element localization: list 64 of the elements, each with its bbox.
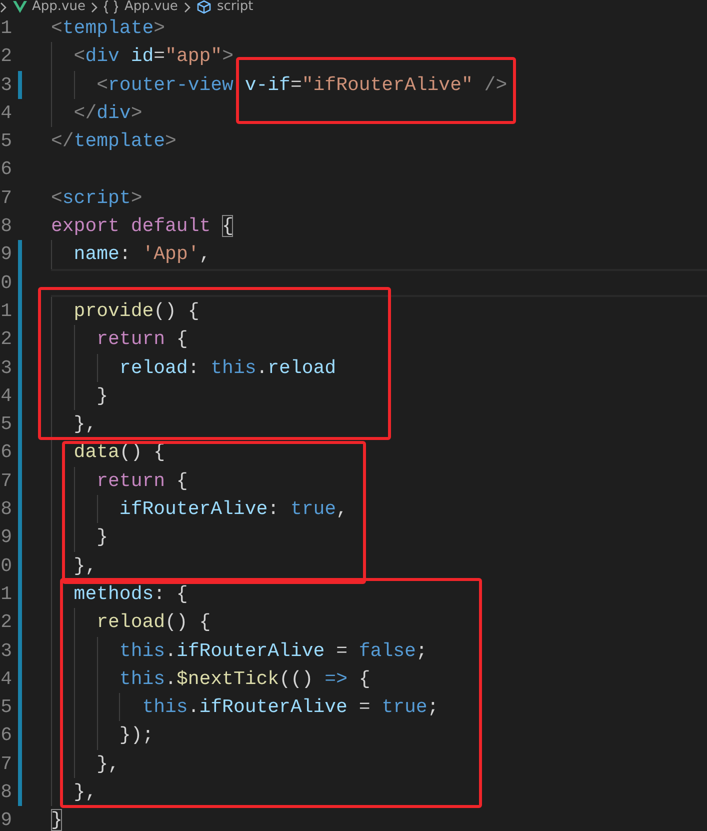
line-number: 0 [0, 554, 12, 579]
code-line: } [51, 808, 62, 831]
line-number: 2 [0, 610, 12, 636]
line-number: 4 [0, 384, 12, 409]
braces-icon [103, 0, 120, 14]
code-line: }); [118, 723, 154, 748]
code-line: name: 'App', [72, 242, 211, 267]
line-number: 9 [0, 242, 12, 268]
line-number: 5 [0, 695, 12, 720]
code-line: </template> [51, 129, 176, 154]
code-line: ifRouterAlive: true, [118, 497, 348, 522]
line-number: 7 [0, 468, 12, 494]
line-number: 2 [0, 44, 12, 70]
line-number: 9 [0, 808, 12, 831]
line-number: 6 [0, 723, 12, 748]
code-line: reload() { [96, 610, 211, 635]
code-line: export default { [51, 214, 234, 238]
vue-file-icon [13, 1, 27, 13]
code-line: methods: { [72, 582, 188, 606]
line-number: 5 [0, 412, 12, 438]
chevron-icon [0, 2, 7, 12]
line-number: 3 [0, 72, 12, 98]
line-number: 1 [0, 298, 12, 324]
code-line: }, [72, 412, 97, 436]
line-number: 7 [0, 752, 12, 777]
code-line: <router-view v-if="ifRouterAlive" /> [96, 72, 508, 97]
code-line: provide() { [72, 298, 200, 324]
line-number: 3 [0, 638, 12, 664]
code-line: <div id="app"> [72, 44, 234, 69]
chevron-icon [184, 2, 191, 12]
code-line: } [96, 525, 108, 550]
code-line: return { [96, 468, 188, 494]
chevron-icon [91, 2, 98, 12]
line-number: 3 [0, 356, 12, 381]
breadcrumb-item[interactable]: script [216, 0, 254, 14]
code-line: this.$nextTick(() => { [118, 666, 370, 692]
line-number: 9 [0, 525, 12, 550]
code-line: <template> [51, 16, 166, 40]
code-line: }, [72, 554, 97, 578]
code-line: } [96, 384, 108, 408]
line-number: 2 [0, 327, 12, 352]
line-number: 4 [0, 666, 12, 692]
line-number: 6 [0, 157, 12, 182]
code-line: return { [96, 327, 188, 352]
breadcrumb-item[interactable]: App.vue [124, 0, 178, 14]
code-line: <script> [51, 186, 142, 210]
line-number: 8 [0, 497, 12, 522]
code-line: }, [72, 780, 97, 804]
line-number: 1 [0, 582, 12, 607]
code-line: </div> [72, 100, 142, 126]
line-number: 6 [0, 440, 12, 466]
code-line: this.ifRouterAlive = true; [141, 695, 439, 720]
line-number: 8 [0, 214, 12, 240]
line-number: 8 [0, 780, 12, 806]
cube-icon [196, 0, 212, 14]
code-line: this.ifRouterAlive = false; [118, 638, 428, 663]
code-line: }, [96, 752, 120, 776]
line-number: 5 [0, 129, 12, 154]
code-line: reload: this.reload [118, 356, 336, 380]
line-number: 0 [0, 270, 12, 296]
breadcrumb-item[interactable]: App.vue [32, 0, 86, 14]
line-number: 7 [0, 186, 12, 211]
line-number: 4 [0, 100, 12, 126]
line-number: 1 [0, 16, 12, 41]
